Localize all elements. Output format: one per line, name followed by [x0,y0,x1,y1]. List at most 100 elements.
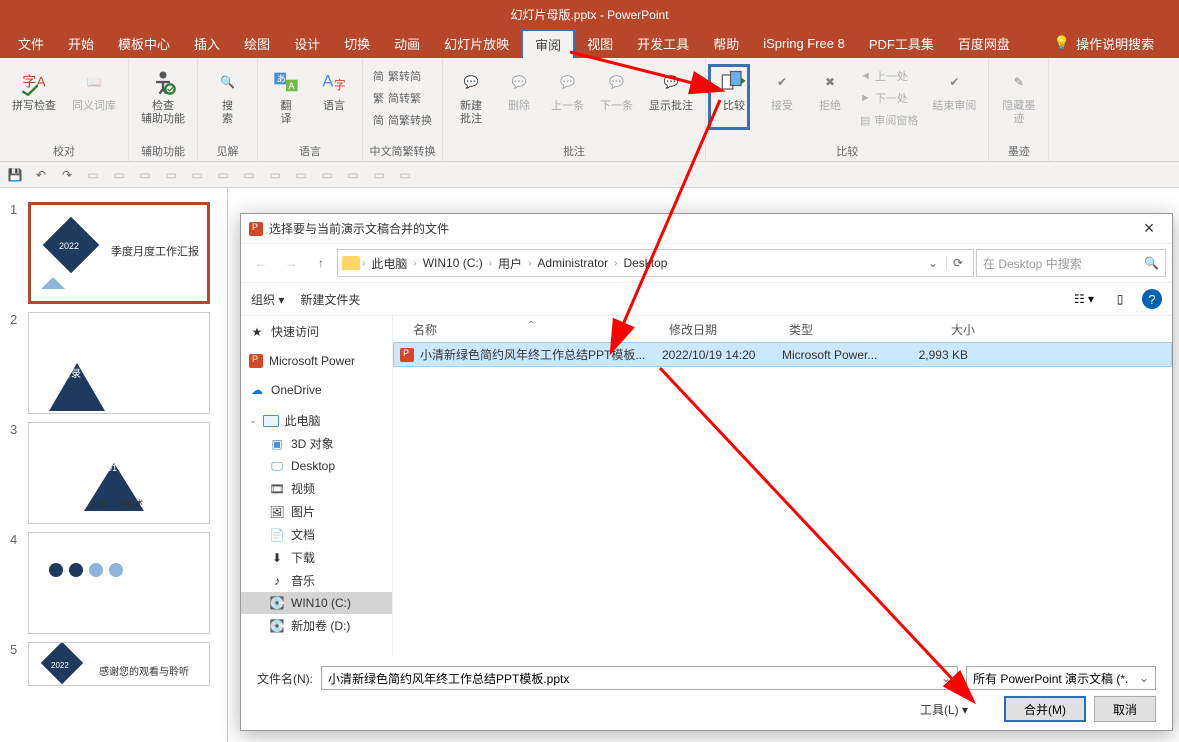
slide-thumbnails[interactable]: 1 2022 季度月度工作汇报 2 目录 3 01 年度工作概述 4 [0,188,228,742]
tab-template[interactable]: 模板中心 [106,30,182,57]
qat-btn[interactable]: ▭ [240,166,258,184]
tree-3d-objects[interactable]: ▣3D 对象 [241,432,392,455]
qat-btn[interactable]: ▭ [396,166,414,184]
filetype-filter[interactable]: 所有 PowerPoint 演示文稿 (*. ⌄ [966,666,1156,690]
tree-pictures[interactable]: 🖼图片 [241,500,392,523]
prev-change-button[interactable]: ◄上一处 [856,66,922,86]
tell-me-search[interactable]: 💡 操作说明搜索 [1042,30,1166,57]
tab-home[interactable]: 开始 [56,30,106,57]
next-comment-button[interactable]: 💬 下一条 [594,62,639,117]
breadcrumb-desktop[interactable]: Desktop [619,254,671,272]
col-type[interactable]: 类型 [789,321,905,338]
tree-onedrive[interactable]: ☁OneDrive [241,379,392,401]
col-date[interactable]: 修改日期 [669,321,789,338]
save-button[interactable]: 💾 [6,166,24,184]
cjk-convert-button[interactable]: 简简繁转换 [369,110,436,130]
close-button[interactable]: × [1134,214,1164,244]
file-list[interactable]: 名称 修改日期 类型 大小 ⌃ 小清新绿色简约风年终工作总结PPT模板... 2… [393,316,1172,656]
breadcrumb[interactable]: › 此电脑 › WIN10 (C:) › 用户 › Administrator … [337,249,974,277]
back-button[interactable]: ← [247,249,275,277]
tab-transition[interactable]: 切换 [332,30,382,57]
tab-help[interactable]: 帮助 [701,30,751,57]
thumb-2[interactable]: 2 目录 [0,308,227,418]
tab-animation[interactable]: 动画 [382,30,432,57]
help-button[interactable]: ? [1142,289,1162,309]
breadcrumb-drive[interactable]: WIN10 (C:) [419,254,487,272]
tab-review[interactable]: 审阅 [521,29,575,58]
col-name[interactable]: 名称 [413,321,669,338]
new-folder-button[interactable]: 新建文件夹 [300,291,360,308]
tab-baidu[interactable]: 百度网盘 [946,30,1022,57]
thesaurus-button[interactable]: 📖 同义词库 [66,62,122,117]
tree-quick-access[interactable]: ★快速访问 [241,320,392,343]
translate-button[interactable]: あA 翻 译 [264,62,308,130]
qat-btn[interactable]: ▭ [292,166,310,184]
tree-c-drive[interactable]: 💽WIN10 (C:) [241,592,392,614]
refresh-button[interactable]: ⟳ [946,256,969,270]
tree-documents[interactable]: 📄文档 [241,523,392,546]
qat-btn[interactable]: ▭ [188,166,206,184]
accessibility-check-button[interactable]: 检查 辅助功能 [135,62,191,130]
show-comments-button[interactable]: 💬 显示批注 [643,62,699,117]
thumb-5[interactable]: 5 2022 感谢您的观看与聆听 [0,638,227,690]
cancel-button[interactable]: 取消 [1094,696,1156,722]
tab-view[interactable]: 视图 [575,30,625,57]
dropdown-icon[interactable]: ⌄ [922,256,944,270]
search-input[interactable]: 在 Desktop 中搜索 🔍 [976,249,1166,277]
dropdown-icon[interactable]: ⌄ [941,671,951,685]
col-size[interactable]: 大小 [905,321,975,338]
next-change-button[interactable]: ►下一处 [856,88,922,108]
spell-check-button[interactable]: 字A 拼写检查 [6,62,62,117]
smart-lookup-button[interactable]: 🔍 搜 索 [206,62,250,130]
dropdown-icon[interactable]: ⌄ [1139,671,1149,685]
tree-downloads[interactable]: ⬇下载 [241,546,392,569]
tree-music[interactable]: ♪音乐 [241,569,392,592]
qat-btn[interactable]: ▭ [110,166,128,184]
forward-button[interactable]: → [277,249,305,277]
tab-ispring[interactable]: iSpring Free 8 [751,32,857,55]
thumb-3[interactable]: 3 01 年度工作概述 [0,418,227,528]
trad-to-simp-button[interactable]: 简繁转简 [369,66,436,86]
tools-button[interactable]: 工具(L) ▾ [920,701,968,718]
language-button[interactable]: A字 语言 [312,62,356,117]
qat-btn[interactable]: ▭ [344,166,362,184]
tab-insert[interactable]: 插入 [182,30,232,57]
merge-button[interactable]: 合并(M) [1004,696,1086,722]
file-list-header[interactable]: 名称 修改日期 类型 大小 ⌃ [393,316,1172,342]
breadcrumb-users[interactable]: 用户 [494,253,526,274]
prev-comment-button[interactable]: 💬 上一条 [545,62,590,117]
thumb-4[interactable]: 4 [0,528,227,638]
qat-btn[interactable]: ▭ [162,166,180,184]
compare-button[interactable]: 比较 [712,62,756,117]
end-review-button[interactable]: ✔ 结束审阅 [926,62,982,117]
view-mode-button[interactable]: ☷ ▾ [1070,288,1098,310]
qat-btn[interactable]: ▭ [318,166,336,184]
redo-button[interactable]: ↷ [58,166,76,184]
breadcrumb-pc[interactable]: 此电脑 [367,253,411,274]
qat-btn[interactable]: ▭ [266,166,284,184]
tab-pdf[interactable]: PDF工具集 [857,30,946,57]
new-comment-button[interactable]: 💬 新建 批注 [449,62,493,130]
thumb-1[interactable]: 1 2022 季度月度工作汇报 [0,198,227,308]
tab-slideshow[interactable]: 幻灯片放映 [432,30,521,57]
tab-file[interactable]: 文件 [6,30,56,57]
file-row[interactable]: 小清新绿色简约风年终工作总结PPT模板... 2022/10/19 14:20 … [393,342,1172,367]
qat-btn[interactable]: ▭ [370,166,388,184]
breadcrumb-admin[interactable]: Administrator [533,254,612,272]
tree-ms-power[interactable]: Microsoft Power [241,351,392,371]
qat-btn[interactable]: ▭ [214,166,232,184]
up-button[interactable]: ↑ [307,249,335,277]
tree-d-drive[interactable]: 💽新加卷 (D:) [241,614,392,637]
review-pane-button[interactable]: ▤审阅窗格 [856,110,922,130]
tab-draw[interactable]: 绘图 [232,30,282,57]
simp-to-trad-button[interactable]: 繁简转繁 [369,88,436,108]
tab-developer[interactable]: 开发工具 [625,30,701,57]
qat-btn[interactable]: ▭ [136,166,154,184]
tab-design[interactable]: 设计 [282,30,332,57]
filename-input[interactable]: 小清新绿色简约风年终工作总结PPT模板.pptx ⌄ [321,666,958,690]
tree-videos[interactable]: 🎞视频 [241,477,392,500]
undo-button[interactable]: ↶ [32,166,50,184]
accept-button[interactable]: ✔ 接受 [760,62,804,117]
hide-ink-button[interactable]: ✎ 隐藏墨 迹 [996,62,1041,130]
qat-btn[interactable]: ▭ [84,166,102,184]
